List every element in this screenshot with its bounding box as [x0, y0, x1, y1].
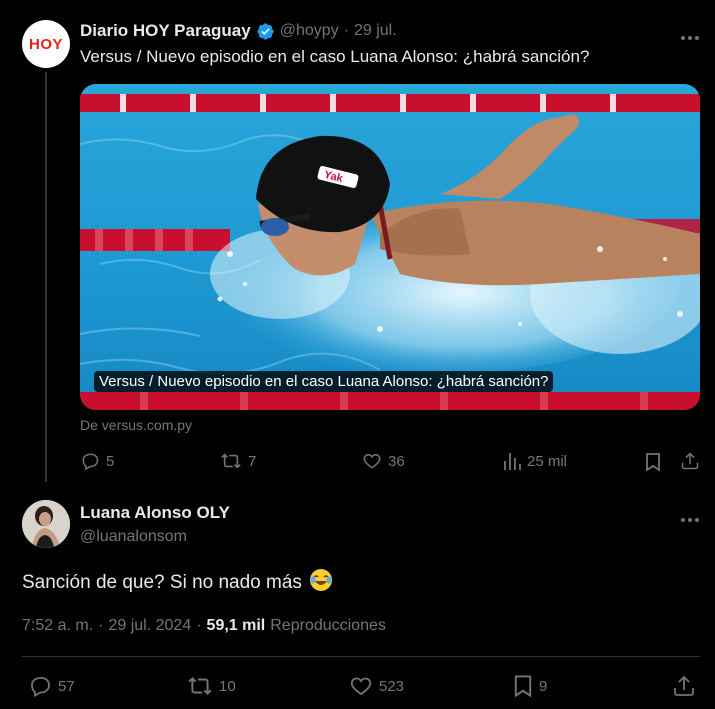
share-icon [672, 674, 696, 698]
repost-count: 7 [248, 452, 257, 470]
profile-photo [22, 500, 70, 548]
tweet-text: Versus / Nuevo episodio en el caso Luana… [80, 47, 590, 66]
like-count: 36 [388, 452, 405, 470]
more-icon [680, 35, 700, 41]
thread-connector-line [45, 72, 47, 482]
link-card-source[interactable]: De versus.com.py [80, 417, 192, 433]
like-button[interactable]: 523 [349, 674, 404, 698]
repost-button[interactable]: 10 [187, 674, 236, 698]
repost-icon [187, 674, 213, 698]
author-handle[interactable]: @luanalonsom [80, 528, 230, 546]
like-count: 523 [379, 677, 405, 695]
repost-count: 10 [219, 677, 236, 695]
bookmark-button[interactable] [645, 452, 661, 477]
more-icon [680, 517, 700, 523]
views-label: Reproducciones [270, 617, 386, 634]
more-options-button[interactable] [680, 28, 700, 46]
share-button[interactable] [672, 674, 696, 703]
bookmark-count: 9 [539, 677, 548, 695]
reply-icon [28, 674, 52, 698]
reply-count: 57 [58, 677, 75, 695]
reply-count: 5 [106, 452, 115, 470]
laughing-emoji [309, 568, 333, 592]
repost-icon [220, 451, 242, 471]
author-name[interactable]: Diario HOY Paraguay [80, 21, 251, 41]
swimmer-photo: Yak [80, 84, 700, 410]
separator-dot: · [196, 617, 202, 634]
reply-button[interactable]: 5 [80, 451, 114, 471]
verified-badge-icon [256, 22, 275, 41]
avatar-hoypy[interactable]: HOY [22, 20, 70, 68]
like-button[interactable]: 36 [362, 451, 405, 471]
share-icon [680, 451, 700, 471]
bookmark-button[interactable]: 9 [513, 674, 547, 698]
repost-button[interactable]: 7 [220, 451, 256, 471]
separator-dot: · [343, 22, 349, 39]
tweet-date[interactable]: 29 jul. [354, 22, 397, 40]
avatar-logo-text: HOY [28, 35, 63, 53]
tweet-time[interactable]: 7:52 a. m. [22, 617, 93, 635]
heart-icon [349, 674, 373, 698]
link-card-image[interactable]: Yak Versus / Nuevo episodio en el caso L… [80, 84, 700, 410]
share-button[interactable] [680, 451, 700, 476]
separator-dot: · [98, 617, 104, 634]
views-count: 59,1 mil [206, 617, 266, 634]
reply-icon [80, 451, 100, 471]
avatar-luanalonsom[interactable] [22, 500, 70, 548]
link-card-caption: Versus / Nuevo episodio en el caso Luana… [94, 371, 554, 392]
bookmark-icon [645, 452, 661, 472]
heart-icon [362, 451, 382, 471]
divider [22, 656, 700, 657]
analytics-icon [503, 451, 521, 471]
author-handle[interactable]: @hoypy [280, 22, 339, 40]
bookmark-icon [513, 674, 533, 698]
tweet-date[interactable]: 29 jul. 2024 [108, 617, 191, 635]
author-name[interactable]: Luana Alonso OLY [80, 503, 230, 523]
tweet-text: Sanción de que? Si no nado más [22, 572, 302, 593]
more-options-button[interactable] [680, 510, 700, 528]
views-count: 25 mil [527, 452, 568, 470]
reply-button[interactable]: 57 [28, 674, 75, 698]
views-button[interactable]: 25 mil [503, 451, 567, 471]
